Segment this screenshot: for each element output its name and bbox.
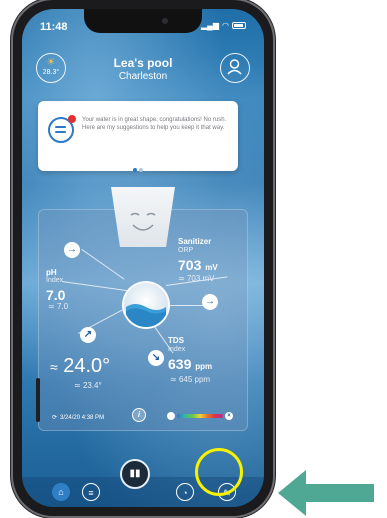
sanitizer-sublabel: ORP [178, 247, 194, 254]
pager-dot[interactable] [133, 168, 137, 172]
close-icon: × [225, 412, 233, 420]
water-temp-icon: ≈ [50, 359, 58, 375]
gauge-icon[interactable]: ◔ [176, 483, 194, 501]
profile-button[interactable] [220, 53, 250, 83]
tds-unit: ppm [195, 362, 213, 371]
smile-face-icon [130, 212, 156, 231]
ph-target: ≃ 7.0 [48, 302, 69, 311]
camera-dot [162, 18, 168, 24]
highlight-circle [195, 448, 243, 496]
status-time: 11:48 [40, 21, 68, 33]
tds-target: ≃ 645 ppm [170, 375, 211, 384]
water-wave-icon [126, 304, 166, 327]
ph-value: 7.0 [46, 287, 66, 303]
target-icon: ≃ [178, 274, 187, 283]
chat-icon[interactable]: ≡ [82, 483, 100, 501]
temperature-target: ≃ 23.4° [74, 381, 102, 390]
check-icon [167, 412, 175, 420]
ph-label: pH [46, 268, 57, 277]
app-screen: 11:48 ▂▄▆ ◠ ☀ 28.3° Lea's pool Charlesto… [22, 9, 264, 507]
ph-detail-button[interactable]: → [64, 242, 80, 258]
home-icon[interactable]: ⌂ [52, 483, 70, 501]
side-handle [36, 378, 40, 422]
last-sync: ⟳ 3/24/20 4:38 PM [52, 414, 105, 422]
sanitizer-label: Sanitizer [178, 237, 212, 246]
tds-sublabel: Index [168, 346, 186, 353]
status-icons: ▂▄▆ ◠ [201, 21, 246, 30]
sanitizer-detail-button[interactable]: → [202, 294, 218, 310]
arrow-right-icon: → [67, 244, 77, 255]
message-text: Your water is in great shape, congratula… [82, 117, 227, 131]
arrow-right-icon: → [205, 296, 215, 307]
user-icon [227, 59, 242, 75]
battery-icon [232, 22, 246, 29]
arrow-down-right-icon: ↘ [151, 352, 161, 363]
arrow-up-right-icon: ↗ [83, 329, 93, 340]
sanitizer-unit: mV [205, 263, 218, 272]
sanitizer-target: ≃ 703 mV [178, 274, 215, 283]
signal-icon: ▂▄▆ [201, 21, 220, 30]
water-level-disc[interactable] [122, 281, 170, 329]
tds-label: TDS [168, 336, 184, 345]
target-icon: ≃ [170, 375, 179, 384]
target-icon: ≃ [74, 381, 83, 390]
target-icon: ≃ [48, 302, 57, 311]
tds-value: 639 ppm [168, 356, 213, 372]
wifi-icon: ◠ [222, 21, 229, 30]
bucket-mascot [111, 187, 175, 247]
refresh-icon[interactable]: ⟳ [52, 414, 57, 421]
info-button[interactable]: i [132, 408, 146, 422]
pager-dot[interactable] [139, 168, 143, 172]
color-scale: × [167, 412, 233, 420]
tds-detail-button[interactable]: ↘ [148, 350, 164, 366]
device-icon[interactable]: ▮▮ [120, 459, 150, 489]
pointer-arrow-shaft [302, 484, 374, 502]
message-card[interactable]: Your water is in great shape, congratula… [38, 101, 238, 172]
chat-bubble-icon [48, 115, 76, 143]
color-scale-bar [177, 414, 223, 418]
temperature-detail-button[interactable]: ↗ [80, 327, 96, 343]
last-sync-time: 3/24/20 4:38 PM [60, 414, 105, 421]
temperature-value: ≈ 24.0° [50, 355, 111, 377]
message-pager[interactable] [38, 159, 238, 177]
notification-dot [68, 115, 76, 123]
notch [84, 9, 202, 33]
ph-sublabel: Index [46, 277, 64, 284]
sanitizer-value: 703 mV [178, 257, 218, 273]
